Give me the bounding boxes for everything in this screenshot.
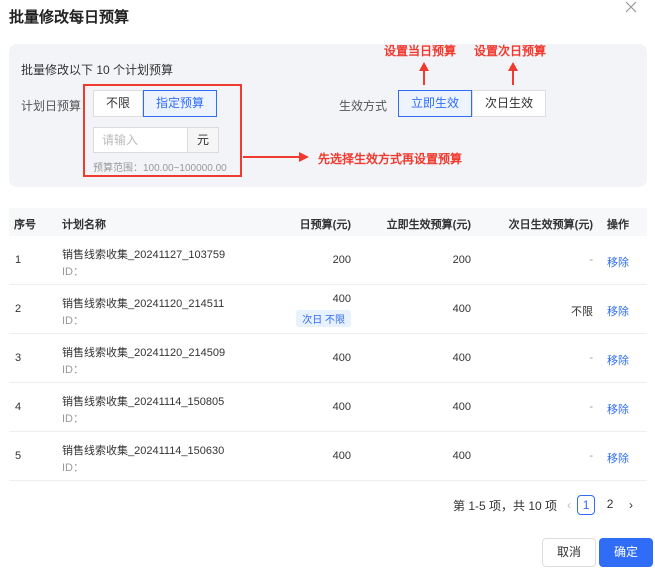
pagination: 第 1-5 项，共 10 项 ‹ 1 2 › (453, 495, 633, 515)
plan-table: 序号 计划名称 日预算(元) 立即生效预算(元) 次日生效预算(元) 操作 1 … (9, 208, 647, 481)
plan-id: ID： (62, 413, 84, 425)
header-immediate: 立即生效预算(元) (386, 219, 471, 231)
table-row: 2 销售线索收集_20241120_214511 ID： 400 次日 不限 4… (9, 285, 647, 334)
immediate-budget: 200 (452, 254, 471, 266)
plan-name: 销售线索收集_20241120_214509 (62, 347, 226, 359)
nextday-budget: 不限 (571, 306, 593, 318)
row-index: 1 (15, 254, 22, 266)
header-name: 计划名称 (62, 219, 106, 231)
remove-button[interactable]: 移除 (607, 254, 629, 270)
immediate-budget: 400 (452, 401, 471, 413)
plan-id: ID： (62, 364, 84, 376)
table-header: 序号 计划名称 日预算(元) 立即生效预算(元) 次日生效预算(元) 操作 (9, 208, 647, 236)
nextday-budget: - (589, 401, 593, 413)
cancel-button[interactable]: 取消 (542, 538, 597, 567)
header-index: 序号 (14, 219, 36, 231)
next-page-icon[interactable]: › (629, 498, 633, 512)
page-2-button[interactable]: 2 (601, 495, 619, 515)
daily-badge-wrap: 次日 不限 (271, 285, 351, 334)
daily-budget: 400 (332, 450, 351, 462)
table-row: 4 销售线索收集_20241114_150805 ID： 400 400 - 移… (9, 383, 647, 432)
prev-page-icon[interactable]: ‹ (567, 498, 571, 512)
nextday-badge: 次日 不限 (296, 310, 351, 327)
daily-budget: 400 (332, 352, 351, 364)
remove-button[interactable]: 移除 (607, 450, 629, 466)
header-action: 操作 (607, 219, 629, 231)
immediate-budget: 400 (452, 352, 471, 364)
plan-name: 销售线索收集_20241120_214511 (62, 298, 225, 310)
immediate-budget: 400 (452, 303, 471, 315)
plan-id: ID： (62, 462, 84, 474)
table-row: 1 销售线索收集_20241127_103759 ID： 200 200 - 移… (9, 236, 647, 285)
remove-button[interactable]: 移除 (607, 303, 629, 319)
row-index: 3 (15, 352, 22, 364)
remove-button[interactable]: 移除 (607, 352, 629, 368)
arrow-up-today-icon (419, 62, 429, 85)
page-1-button[interactable]: 1 (577, 495, 596, 515)
nextday-budget: - (589, 254, 593, 266)
arrow-up-tomorrow-icon (508, 62, 518, 85)
row-index: 5 (15, 450, 22, 462)
pagination-summary: 第 1-5 项，共 10 项 (453, 498, 558, 513)
table-row: 3 销售线索收集_20241120_214509 ID： 400 400 - 移… (9, 334, 647, 383)
nextday-budget: - (589, 352, 593, 364)
header-daily: 日预算(元) (299, 219, 351, 231)
table-row: 5 销售线索收集_20241114_150630 ID： 400 400 - 移… (9, 432, 647, 481)
remove-button[interactable]: 移除 (607, 401, 629, 417)
arrow-right-hint-icon (243, 152, 309, 162)
immediate-budget: 400 (452, 450, 471, 462)
daily-budget: 200 (332, 254, 351, 266)
row-index: 2 (15, 303, 22, 315)
plan-name: 销售线索收集_20241114_150630 (62, 445, 225, 457)
plan-id: ID： (62, 315, 84, 327)
confirm-button[interactable]: 确定 (599, 538, 654, 567)
plan-name: 销售线索收集_20241114_150805 (62, 396, 225, 408)
nextday-budget: - (589, 450, 593, 462)
plan-id: ID： (62, 266, 84, 278)
header-nextday: 次日生效预算(元) (508, 219, 593, 231)
row-index: 4 (15, 401, 22, 413)
daily-budget: 400 (332, 401, 351, 413)
plan-name: 销售线索收集_20241127_103759 (62, 249, 226, 261)
